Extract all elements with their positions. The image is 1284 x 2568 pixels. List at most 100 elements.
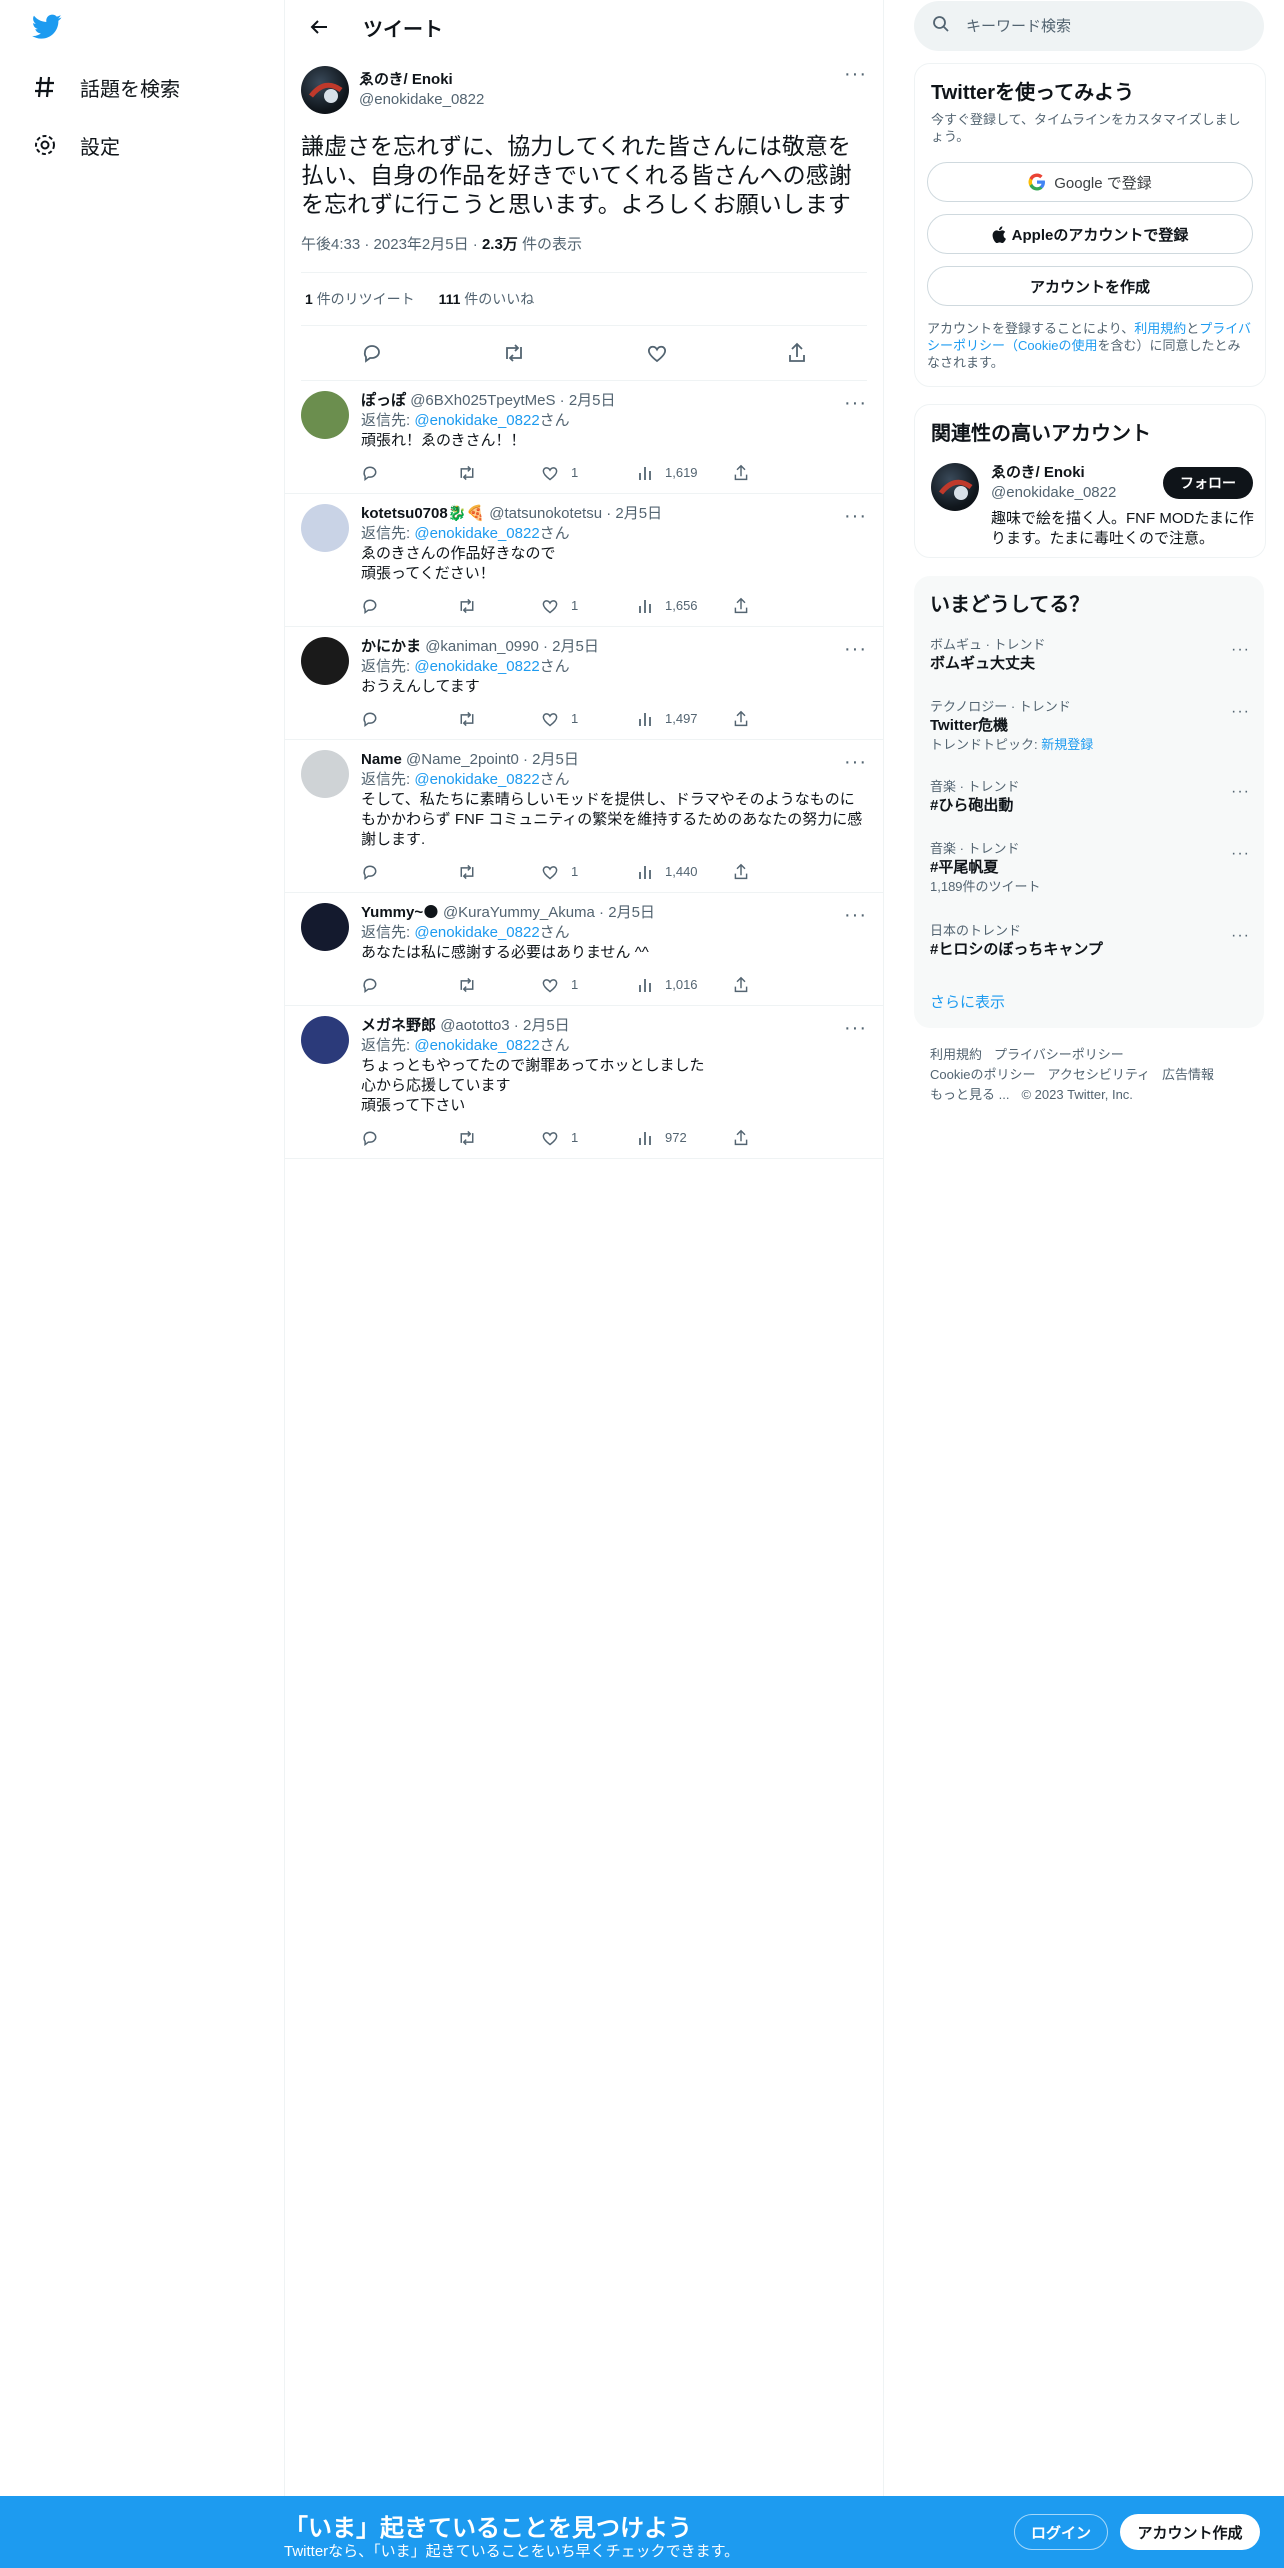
share-icon[interactable]	[733, 976, 749, 994]
reply-handle[interactable]: @Name_2point0	[406, 751, 519, 768]
retweet-icon[interactable]	[457, 976, 541, 994]
views-icon[interactable]: 1,440	[637, 862, 733, 882]
retweet-icon[interactable]	[502, 342, 526, 364]
nav-settings[interactable]: 設定	[32, 125, 120, 165]
trend-item[interactable]: テクノロジー · トレンド Twitter危機 トレンドトピック: 新規登録 ·…	[930, 698, 1250, 754]
reply-to-link[interactable]: @enokidake_0822	[414, 412, 539, 429]
views-icon[interactable]: 1,016	[637, 975, 733, 995]
reply-to-link[interactable]: @enokidake_0822	[414, 525, 539, 542]
back-button[interactable]	[301, 9, 337, 45]
likes-stat[interactable]: 111 件のいいね	[439, 291, 535, 307]
cookie-link[interactable]: Cookieの使用	[1018, 338, 1097, 353]
follow-button[interactable]: フォロー	[1163, 467, 1253, 499]
like-icon[interactable]	[646, 342, 668, 364]
avatar[interactable]	[301, 637, 349, 685]
share-icon[interactable]	[787, 342, 807, 364]
avatar[interactable]	[301, 1016, 349, 1064]
retweet-icon[interactable]	[457, 464, 541, 482]
twitter-logo-icon[interactable]	[32, 14, 64, 42]
more-options-icon[interactable]: ···	[1231, 844, 1250, 864]
reply-icon[interactable]	[361, 863, 457, 881]
reply-item[interactable]: かにかま @kaniman_0990 · 2月5日 返信先: @enokidake…	[285, 627, 883, 740]
more-options-icon[interactable]: ···	[844, 393, 867, 413]
trend-topic-link[interactable]: 新規登録	[1041, 737, 1093, 752]
author-display-name[interactable]: ゑのき/ Enoki	[359, 70, 484, 90]
share-icon[interactable]	[733, 597, 749, 615]
trend-item[interactable]: 音楽 · トレンド #平尾帆夏 1,189件のツイート ···	[930, 840, 1250, 896]
reply-icon[interactable]	[361, 710, 457, 728]
reply-display-name[interactable]: Name	[361, 751, 402, 768]
more-options-icon[interactable]: ···	[1231, 702, 1250, 722]
reply-icon[interactable]	[361, 976, 457, 994]
views-icon[interactable]: 972	[637, 1128, 733, 1148]
reply-display-name[interactable]: Yummy~🌑	[361, 904, 439, 921]
reply-date[interactable]: 2月5日	[569, 392, 616, 409]
tweet-time[interactable]: 午後4:33	[301, 236, 360, 253]
reply-to-link[interactable]: @enokidake_0822	[414, 1037, 539, 1054]
trend-item[interactable]: ボムギュ · トレンド ボムギュ大丈夫 ···	[930, 636, 1250, 674]
avatar[interactable]	[301, 750, 349, 798]
like-icon[interactable]: 1	[541, 709, 637, 729]
footer-link[interactable]: 広告情報	[1162, 1067, 1214, 1082]
reply-handle[interactable]: @kaniman_0990	[425, 638, 539, 655]
like-icon[interactable]: 1	[541, 463, 637, 483]
trend-item[interactable]: 音楽 · トレンド #ひら砲出動 ···	[930, 778, 1250, 816]
footer-link[interactable]: Cookieのポリシー	[930, 1067, 1035, 1082]
signup-button[interactable]: アカウント作成	[1120, 2514, 1260, 2550]
share-icon[interactable]	[733, 710, 749, 728]
views-icon[interactable]: 1,656	[637, 596, 733, 616]
footer-link[interactable]: もっと見る ...	[930, 1087, 1009, 1102]
more-options-icon[interactable]: ···	[844, 1018, 867, 1038]
avatar[interactable]	[301, 66, 349, 114]
terms-link[interactable]: 利用規約	[1134, 321, 1186, 336]
like-icon[interactable]: 1	[541, 596, 637, 616]
reply-to-link[interactable]: @enokidake_0822	[414, 771, 539, 788]
tweet-date[interactable]: 2023年2月5日	[374, 236, 469, 253]
reply-item[interactable]: Yummy~🌑 @KuraYummy_Akuma · 2月5日 返信先: @eno…	[285, 893, 883, 1006]
reply-date[interactable]: 2月5日	[523, 1017, 570, 1034]
views-icon[interactable]: 1,497	[637, 709, 733, 729]
footer-link[interactable]: 利用規約	[930, 1047, 982, 1062]
more-options-icon[interactable]: ···	[844, 639, 867, 659]
reply-handle[interactable]: @aototto3	[440, 1017, 509, 1034]
reply-handle[interactable]: @tatsunokotetsu	[489, 505, 602, 522]
nav-explore[interactable]: 話題を検索	[32, 67, 180, 107]
avatar[interactable]	[301, 903, 349, 951]
like-icon[interactable]: 1	[541, 1128, 637, 1148]
reply-handle[interactable]: @6BXh025TpeytMeS	[410, 392, 555, 409]
avatar[interactable]	[301, 504, 349, 552]
create-account-button[interactable]: アカウントを作成	[927, 266, 1253, 306]
author-handle[interactable]: @enokidake_0822	[359, 90, 484, 110]
retweets-stat[interactable]: 1 件のリツイート	[305, 291, 415, 307]
retweet-icon[interactable]	[457, 1129, 541, 1147]
google-signup-button[interactable]: Google で登録	[927, 162, 1253, 202]
reply-item[interactable]: kotetsu0708🐉🍕 @tatsunokotetsu · 2月5日 返信先:…	[285, 494, 883, 627]
apple-signup-button[interactable]: Appleのアカウントで登録	[927, 214, 1253, 254]
reply-icon[interactable]	[361, 464, 457, 482]
share-icon[interactable]	[733, 464, 749, 482]
reply-date[interactable]: 2月5日	[608, 904, 655, 921]
retweet-icon[interactable]	[457, 597, 541, 615]
more-options-icon[interactable]: ···	[844, 506, 867, 526]
reply-to-link[interactable]: @enokidake_0822	[414, 924, 539, 941]
relevant-handle[interactable]: @enokidake_0822	[991, 483, 1116, 503]
more-options-icon[interactable]: ···	[1231, 782, 1250, 802]
more-options-icon[interactable]: ···	[1231, 640, 1250, 660]
footer-link[interactable]: アクセシビリティ	[1047, 1067, 1150, 1082]
reply-display-name[interactable]: kotetsu0708🐉🍕	[361, 505, 485, 522]
relevant-display-name[interactable]: ゑのき/ Enoki	[991, 463, 1116, 483]
like-icon[interactable]: 1	[541, 975, 637, 995]
show-more-link[interactable]: さらに表示	[930, 991, 1005, 1012]
login-button[interactable]: ログイン	[1014, 2514, 1108, 2550]
avatar[interactable]	[931, 463, 979, 511]
avatar[interactable]	[301, 391, 349, 439]
reply-date[interactable]: 2月5日	[615, 505, 662, 522]
search-input[interactable]	[964, 16, 1248, 36]
share-icon[interactable]	[733, 1129, 749, 1147]
reply-display-name[interactable]: ぽっぽ	[361, 392, 406, 409]
reply-icon[interactable]	[361, 597, 457, 615]
reply-item[interactable]: Name @Name_2point0 · 2月5日 返信先: @enokidake…	[285, 740, 883, 893]
more-options-icon[interactable]: ···	[844, 752, 867, 772]
trend-item[interactable]: 日本のトレンド #ヒロシのぼっちキャンプ ···	[930, 922, 1250, 960]
more-options-icon[interactable]: ···	[1231, 926, 1250, 946]
